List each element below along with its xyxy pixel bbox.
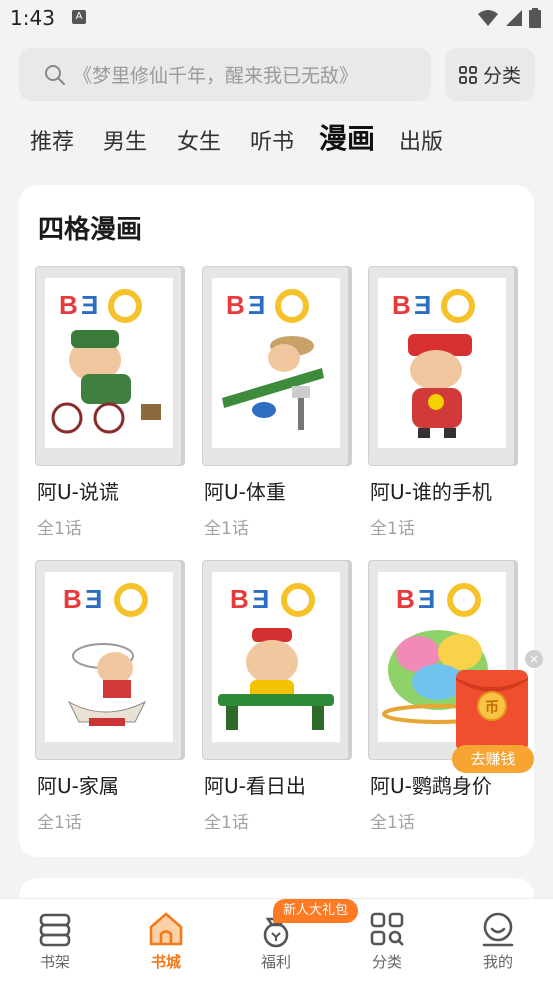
svg-text:B: B xyxy=(392,290,411,320)
section-title: 四格漫画 xyxy=(38,215,143,245)
status-bar: 1:43 A xyxy=(0,0,553,38)
svg-text:B: B xyxy=(59,290,78,320)
tab-female[interactable]: 女生 xyxy=(177,120,221,166)
comic-title: 阿U-看日出 xyxy=(204,774,306,798)
nav-label: 书城 xyxy=(150,953,181,971)
comic-title: 阿U-家属 xyxy=(37,774,119,798)
comic-cover: B Ǝ xyxy=(35,560,185,760)
tab-audiobook[interactable]: 听书 xyxy=(250,120,294,166)
status-time: 1:43 xyxy=(10,6,55,30)
comic-title: 阿U-说谎 xyxy=(37,480,119,504)
tab-comics[interactable]: 漫画 xyxy=(319,116,375,162)
svg-text:B: B xyxy=(226,290,245,320)
nav-bookshelf[interactable]: 书架 xyxy=(15,909,95,972)
notification-a-icon: A xyxy=(72,10,86,24)
comic-cover: B Ǝ xyxy=(202,266,352,466)
comic-episodes: 全1话 xyxy=(204,813,249,833)
comic-cover: B Ǝ xyxy=(202,560,352,760)
comic-episodes: 全1话 xyxy=(370,519,415,539)
category-button-label: 分类 xyxy=(482,65,521,87)
signal-icon xyxy=(506,10,522,26)
nav-label: 书架 xyxy=(39,953,70,971)
svg-text:B: B xyxy=(230,584,249,614)
nav-store[interactable]: 书城 xyxy=(126,909,206,972)
battery-icon xyxy=(529,8,541,28)
comic-cover-art: B Ǝ xyxy=(218,583,334,730)
nav-label: 福利 xyxy=(260,953,291,971)
tab-male[interactable]: 男生 xyxy=(103,120,147,166)
tab-publishing[interactable]: 出版 xyxy=(399,120,443,166)
svg-text:Ǝ: Ǝ xyxy=(252,584,269,614)
svg-text:Ǝ: Ǝ xyxy=(81,290,98,320)
svg-text:B: B xyxy=(63,584,82,614)
search-placeholder: 《梦里修仙千年，醒来我已无敌》 xyxy=(73,65,359,87)
coin-symbol: 币 xyxy=(485,700,499,716)
svg-text:B: B xyxy=(396,584,415,614)
earn-money-button[interactable]: 去赚钱 xyxy=(452,745,534,773)
comic-cover-art: B Ǝ xyxy=(63,583,148,726)
search-icon xyxy=(45,64,65,85)
nav-category[interactable]: 分类 xyxy=(347,909,427,972)
status-icons xyxy=(477,8,541,28)
svg-text:Ǝ: Ǝ xyxy=(414,290,431,320)
nav-label: 我的 xyxy=(482,953,513,971)
comic-episodes: 全1话 xyxy=(204,519,249,539)
svg-text:Ǝ: Ǝ xyxy=(85,584,102,614)
comic-cover-art: B Ǝ xyxy=(392,289,475,438)
bookshelf-icon xyxy=(39,913,71,947)
comic-title: 阿U-体重 xyxy=(204,480,286,504)
nav-profile[interactable]: 我的 xyxy=(458,909,538,972)
svg-text:Ǝ: Ǝ xyxy=(248,290,265,320)
new-user-gift-badge[interactable]: 新人大礼包 xyxy=(273,899,359,923)
comic-cover: B Ǝ xyxy=(35,266,185,466)
category-button[interactable]: 分类 xyxy=(445,48,535,101)
svg-text:Ǝ: Ǝ xyxy=(418,584,435,614)
grid-icon xyxy=(459,65,477,84)
profile-icon xyxy=(482,912,514,947)
comic-episodes: 全1话 xyxy=(37,519,82,539)
comic-episodes: 全1话 xyxy=(370,813,415,833)
comic-cover-art: B Ǝ xyxy=(51,289,161,434)
comic-title: 阿U-谁的手机 xyxy=(370,480,492,504)
nav-label: 分类 xyxy=(371,953,402,971)
close-icon[interactable]: × xyxy=(525,650,543,668)
comic-episodes: 全1话 xyxy=(37,813,82,833)
store-home-icon xyxy=(149,912,183,946)
comic-cover: B Ǝ xyxy=(368,266,518,466)
category-grid-icon xyxy=(370,912,404,946)
comic-cover-art: B Ǝ xyxy=(222,289,324,430)
search-bar[interactable]: 《梦里修仙千年，醒来我已无敌》 xyxy=(19,48,431,101)
tab-recommend[interactable]: 推荐 xyxy=(30,120,74,166)
wifi-icon xyxy=(478,10,498,26)
